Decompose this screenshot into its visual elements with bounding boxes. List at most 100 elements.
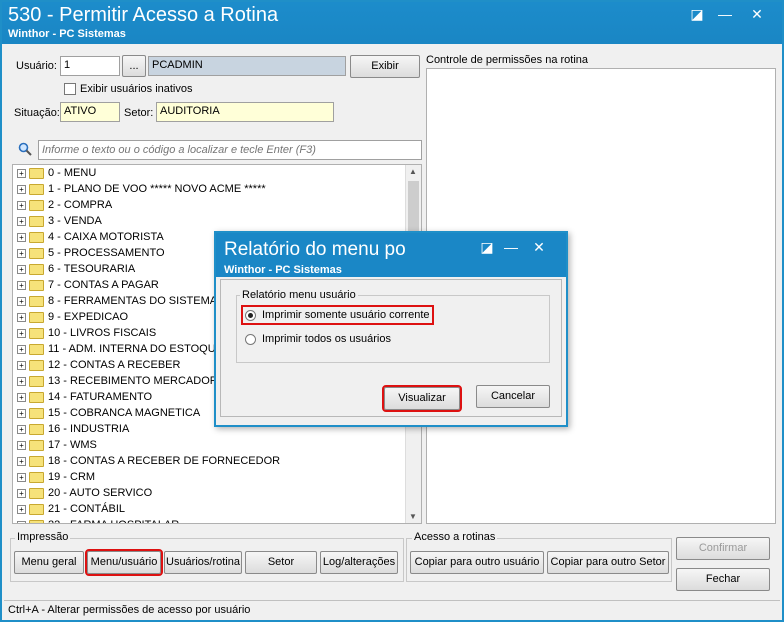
- tree-item-label: 6 - TESOURARIA: [48, 263, 136, 275]
- option-all-users[interactable]: Imprimir todos os usuários: [245, 333, 391, 345]
- dialog-close-icon[interactable]: ✕: [528, 239, 550, 257]
- acesso-title: Acesso a rotinas: [412, 531, 498, 543]
- impressao-title: Impressão: [15, 531, 71, 543]
- option-current-user-label: Imprimir somente usuário corrente: [262, 309, 430, 321]
- folder-icon: [29, 263, 44, 275]
- tree-item[interactable]: +10 - LIVROS FISCAIS: [17, 327, 156, 343]
- close-button[interactable]: Fechar: [676, 568, 770, 591]
- expand-icon[interactable]: +: [17, 424, 26, 434]
- expand-icon[interactable]: +: [17, 376, 26, 386]
- relatorio-group: [236, 295, 550, 363]
- folder-icon: [29, 407, 44, 419]
- expand-icon[interactable]: +: [17, 456, 26, 466]
- expand-icon[interactable]: +: [17, 168, 26, 178]
- folder-icon: [29, 183, 44, 195]
- situacao-field: ATIVO: [60, 102, 120, 122]
- tree-item[interactable]: +18 - CONTAS A RECEBER DE FORNECEDOR: [17, 455, 280, 471]
- menu-geral-button[interactable]: Menu geral: [14, 551, 84, 574]
- checkbox-box[interactable]: [64, 83, 76, 96]
- visualizar-button[interactable]: Visualizar: [382, 385, 462, 412]
- tree-item-label: 17 - WMS: [48, 439, 97, 451]
- expand-icon[interactable]: +: [17, 520, 26, 523]
- tree-item[interactable]: +19 - CRM: [17, 471, 95, 487]
- expand-icon[interactable]: +: [17, 200, 26, 210]
- tree-item[interactable]: +6 - TESOURARIA: [17, 263, 135, 279]
- expand-icon[interactable]: +: [17, 280, 26, 290]
- folder-icon: [29, 455, 44, 467]
- expand-icon[interactable]: +: [17, 328, 26, 338]
- exibir-button[interactable]: Exibir: [350, 55, 420, 78]
- tree-item[interactable]: +17 - WMS: [17, 439, 97, 455]
- folder-icon: [29, 311, 44, 323]
- tree-item[interactable]: +8 - FERRAMENTAS DO SISTEMA: [17, 295, 217, 311]
- expand-icon[interactable]: +: [17, 312, 26, 322]
- dialog-restore-icon[interactable]: ◪: [476, 239, 498, 257]
- tree-item[interactable]: +14 - FATURAMENTO: [17, 391, 152, 407]
- tree-item[interactable]: +16 - INDUSTRIA: [17, 423, 129, 439]
- copy-to-setor-button[interactable]: Copiar para outro Setor: [547, 551, 669, 574]
- tree-item[interactable]: +0 - MENU: [17, 167, 96, 183]
- tree-item[interactable]: +21 - CONTÁBIL: [17, 503, 125, 519]
- confirm-button[interactable]: Confirmar: [676, 537, 770, 560]
- close-icon[interactable]: ✕: [746, 6, 768, 24]
- minimize-icon[interactable]: —: [714, 6, 736, 24]
- expand-icon[interactable]: +: [17, 216, 26, 226]
- expand-icon[interactable]: +: [17, 248, 26, 258]
- tree-item[interactable]: +9 - EXPEDICAO: [17, 311, 128, 327]
- radio-current-user[interactable]: [245, 309, 256, 321]
- tree-item[interactable]: +22 - FARMA HOSPITALAR: [17, 519, 179, 523]
- expand-icon[interactable]: +: [17, 488, 26, 498]
- expand-icon[interactable]: +: [17, 184, 26, 194]
- scroll-up-icon[interactable]: ▲: [409, 167, 417, 176]
- usuario-code-input[interactable]: 1: [60, 56, 120, 76]
- tree-item[interactable]: +20 - AUTO SERVICO: [17, 487, 152, 503]
- tree-item[interactable]: +15 - COBRANCA MAGNETICA: [17, 407, 200, 423]
- tree-item-label: 12 - CONTAS A RECEBER: [48, 359, 181, 371]
- scroll-down-icon[interactable]: ▼: [409, 512, 417, 521]
- tree-item[interactable]: +7 - CONTAS A PAGAR: [17, 279, 159, 295]
- menu-usuario-button[interactable]: Menu/usuário: [85, 549, 163, 576]
- folder-icon: [29, 167, 44, 179]
- folder-icon: [29, 391, 44, 403]
- option-current-user[interactable]: Imprimir somente usuário corrente: [241, 305, 434, 325]
- tree-item-label: 18 - CONTAS A RECEBER DE FORNECEDOR: [48, 455, 281, 467]
- expand-icon[interactable]: +: [17, 392, 26, 402]
- expand-icon[interactable]: +: [17, 440, 26, 450]
- log-alteracoes-button[interactable]: Log/alterações: [320, 551, 398, 574]
- expand-icon[interactable]: +: [17, 296, 26, 306]
- tree-item[interactable]: +13 - RECEBIMENTO MERCADORIA: [17, 375, 228, 391]
- tree-item[interactable]: +1 - PLANO DE VOO ***** NOVO ACME *****: [17, 183, 266, 199]
- expand-icon[interactable]: +: [17, 360, 26, 370]
- tree-item-label: 15 - COBRANCA MAGNETICA: [48, 407, 201, 419]
- tree-item[interactable]: +11 - ADM. INTERNA DO ESTOQUE: [17, 343, 223, 359]
- tree-item-label: 9 - EXPEDICAO: [48, 311, 129, 323]
- dialog-minimize-icon[interactable]: —: [500, 239, 522, 257]
- tree-item-label: 8 - FERRAMENTAS DO SISTEMA: [48, 295, 218, 307]
- restore-icon[interactable]: ◪: [686, 6, 708, 24]
- inactive-users-checkbox[interactable]: Exibir usuários inativos: [64, 83, 193, 96]
- tree-item[interactable]: +2 - COMPRA: [17, 199, 112, 215]
- user-lookup-button[interactable]: ...: [122, 55, 146, 77]
- expand-icon[interactable]: +: [17, 232, 26, 242]
- radio-all-users[interactable]: [245, 333, 256, 345]
- situacao-label: Situação:: [14, 107, 60, 119]
- usuarios-rotina-button[interactable]: Usuários/rotina: [164, 551, 242, 574]
- expand-icon[interactable]: +: [17, 504, 26, 514]
- folder-icon: [29, 215, 44, 227]
- title-bar: 530 - Permitir Acesso a Rotina Winthor -…: [2, 2, 782, 44]
- expand-icon[interactable]: +: [17, 264, 26, 274]
- tree-item[interactable]: +3 - VENDA: [17, 215, 102, 231]
- copy-to-user-button[interactable]: Copiar para outro usuário: [410, 551, 544, 574]
- expand-icon[interactable]: +: [17, 344, 26, 354]
- setor-button[interactable]: Setor: [245, 551, 317, 574]
- search-input[interactable]: [38, 140, 422, 160]
- expand-icon[interactable]: +: [17, 408, 26, 418]
- tree-item[interactable]: +5 - PROCESSAMENTO: [17, 247, 165, 263]
- folder-icon: [29, 279, 44, 291]
- folder-icon: [29, 519, 44, 523]
- option-all-users-label: Imprimir todos os usuários: [262, 333, 391, 345]
- cancelar-button[interactable]: Cancelar: [476, 385, 550, 408]
- expand-icon[interactable]: +: [17, 472, 26, 482]
- tree-item[interactable]: +4 - CAIXA MOTORISTA: [17, 231, 164, 247]
- tree-item[interactable]: +12 - CONTAS A RECEBER: [17, 359, 180, 375]
